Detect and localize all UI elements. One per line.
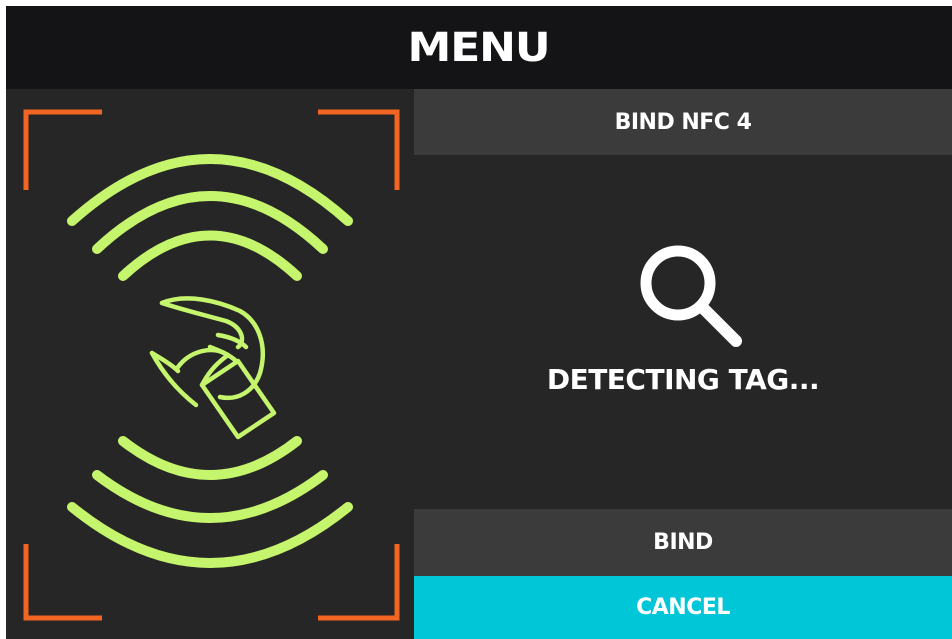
hand-thumb — [175, 347, 231, 388]
status-text: DETECTING TAG... — [546, 363, 820, 396]
hand-with-card-icon — [149, 296, 277, 440]
bind-button[interactable]: BIND — [414, 509, 952, 576]
bind-panel-header: BIND NFC 4 — [414, 89, 952, 155]
wave-top-middle — [92, 191, 328, 254]
detection-status: DETECTING TAG... — [414, 155, 952, 509]
bind-panel-title: BIND NFC 4 — [614, 109, 752, 135]
nfc-tap-icon — [23, 109, 400, 621]
frame-corner-top-right — [318, 109, 400, 190]
wave-top-outer — [67, 154, 353, 226]
card-icon — [199, 358, 277, 440]
wave-top-inner — [118, 230, 302, 281]
bind-button-label: BIND — [653, 530, 713, 555]
title-bar: MENU — [6, 6, 952, 89]
wave-bottom-inner — [118, 436, 302, 480]
hand-finger-top — [159, 300, 245, 350]
frame-corner-top-left — [23, 109, 102, 190]
search-icon — [640, 245, 742, 347]
hand-wrist-line — [149, 350, 199, 408]
frame-corner-bottom-right — [318, 544, 400, 621]
signal-waves-bottom — [67, 436, 353, 568]
scan-frame — [23, 109, 400, 621]
cancel-button-label: CANCEL — [636, 595, 730, 620]
page-title: MENU — [407, 24, 551, 71]
nfc-bind-screen: MENU BIND NFC 4 DETECTING TAG... BIND CA… — [6, 6, 952, 639]
cancel-button[interactable]: CANCEL — [414, 576, 952, 639]
signal-waves-top — [67, 154, 353, 281]
bind-panel: BIND NFC 4 DETECTING TAG... BIND CANCEL — [414, 89, 952, 639]
frame-corner-bottom-left — [23, 544, 102, 621]
wave-bottom-middle — [92, 470, 328, 523]
nfc-illustration-panel — [6, 89, 408, 639]
